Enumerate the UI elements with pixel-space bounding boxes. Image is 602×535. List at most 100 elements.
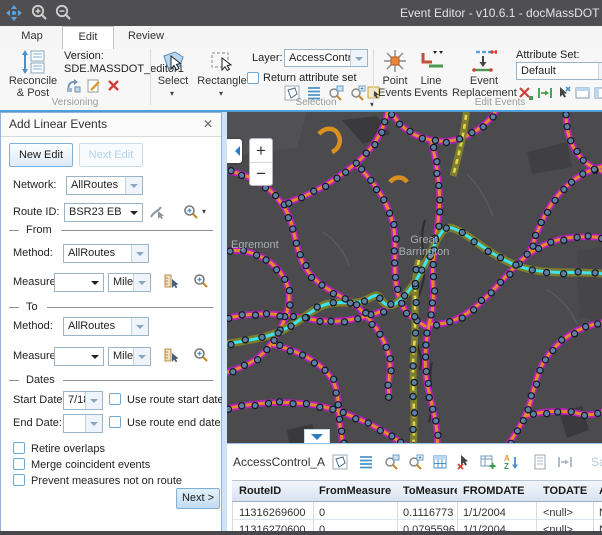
measure-range-icon[interactable] xyxy=(557,454,573,470)
zoom-in-icon[interactable] xyxy=(30,4,48,22)
save-button[interactable]: Sa xyxy=(591,455,602,469)
from-measure-zoom-icon[interactable] xyxy=(193,273,209,289)
reconcile-post-button[interactable]: Reconcile & Post xyxy=(4,48,62,100)
edit-version-icon[interactable] xyxy=(86,78,102,94)
network-dropdown-arrow[interactable] xyxy=(125,177,142,194)
prevent-measures-checkbox[interactable] xyxy=(13,474,25,486)
from-unit-arrow[interactable] xyxy=(133,274,150,291)
table-layer-name[interactable]: AccessControl_A xyxy=(233,455,325,469)
collapse-panel-button[interactable] xyxy=(227,139,242,163)
to-unit-arrow[interactable] xyxy=(133,348,150,365)
attribute-set-dropdown[interactable]: Default xyxy=(516,62,602,80)
merge-coincident-label: Merge coincident events xyxy=(31,459,150,471)
route-id-label: Route ID: xyxy=(13,206,59,218)
rectangle-button[interactable]: Rectangle ▾ xyxy=(196,48,248,104)
from-method-dropdown[interactable]: AllRoutes xyxy=(63,244,149,263)
end-date-arrow[interactable] xyxy=(85,415,102,432)
next-button[interactable]: Next > xyxy=(176,488,220,509)
line-events-button[interactable]: Line Events xyxy=(413,48,449,104)
network-dropdown[interactable]: AllRoutes xyxy=(66,176,143,195)
to-measure-arrow[interactable] xyxy=(87,348,103,365)
report-icon[interactable] xyxy=(532,454,548,470)
edit-events-group-label: Edit Events xyxy=(460,97,540,108)
layer-dropdown[interactable]: AccessControl_A xyxy=(284,49,368,67)
pan-to-feature-icon[interactable] xyxy=(408,454,424,470)
layer-dropdown-arrow[interactable] xyxy=(350,50,367,66)
to-method-dropdown[interactable]: AllRoutes xyxy=(63,317,149,336)
column-header-ac[interactable]: AC xyxy=(593,480,602,502)
pan-icon[interactable] xyxy=(5,4,23,22)
to-measure-dropdown[interactable] xyxy=(54,347,104,366)
panel-window-icon[interactable] xyxy=(594,85,602,101)
tab-edit[interactable]: Edit xyxy=(62,26,114,49)
delete-version-icon[interactable] xyxy=(106,78,122,94)
retire-overlaps-checkbox[interactable] xyxy=(13,442,25,454)
map-viewport[interactable]: Egremont Great Barrington + − xyxy=(227,112,602,443)
use-route-end-checkbox[interactable] xyxy=(109,416,121,428)
next-edit-button[interactable]: Next Edit xyxy=(79,143,143,167)
select-dropdown-caret: ▾ xyxy=(170,90,174,98)
select-route-on-map-icon[interactable] xyxy=(149,204,165,220)
zoom-route-caret[interactable]: ▾ xyxy=(202,208,206,216)
attribute-set-label: Attribute Set: xyxy=(516,49,580,61)
return-attribute-set-checkbox[interactable] xyxy=(247,72,259,84)
field-calculator-icon[interactable] xyxy=(432,454,448,470)
column-header-todate[interactable]: TODATE xyxy=(536,480,593,502)
column-header-routeid[interactable]: RouteID xyxy=(232,480,313,502)
version-changes-icon[interactable] xyxy=(66,78,82,94)
window-bottom-edge xyxy=(0,531,602,535)
add-record-icon[interactable] xyxy=(480,454,496,470)
select-button[interactable]: Select ▾ xyxy=(152,48,194,104)
map-label-great: Great xyxy=(410,234,438,246)
tab-review[interactable]: Review xyxy=(118,26,174,47)
show-all-rows-icon[interactable] xyxy=(358,454,374,470)
titlebar: Event Editor - v10.6.1 - docMassDOT xyxy=(0,0,602,26)
return-attribute-set-label: Return attribute set xyxy=(263,72,357,84)
reconcile-icon xyxy=(21,49,47,75)
route-id-dropdown-arrow[interactable] xyxy=(126,204,142,221)
zoom-to-feature-icon[interactable] xyxy=(384,454,400,470)
clear-table-selection-icon[interactable] xyxy=(456,454,472,470)
close-icon[interactable]: ✕ xyxy=(203,117,213,131)
collapse-table-button[interactable] xyxy=(304,429,330,443)
from-unit-dropdown[interactable]: Miles xyxy=(108,273,151,292)
attribute-window-icon[interactable] xyxy=(575,85,591,101)
zoom-out-icon[interactable] xyxy=(54,4,72,22)
start-date-dropdown[interactable]: 7/18/ xyxy=(63,391,103,410)
from-measure-dropdown[interactable] xyxy=(54,273,104,292)
use-route-end-label: Use route end date xyxy=(127,417,221,429)
column-header-tomeasure[interactable]: ToMeasure xyxy=(397,480,457,502)
point-events-button[interactable]: Point Events xyxy=(377,48,413,104)
sort-icon[interactable]: AZ xyxy=(504,454,520,470)
panel-header: Add Linear Events ✕ xyxy=(1,113,221,137)
column-header-fromdate[interactable]: FROMDATE xyxy=(457,480,536,502)
start-date-arrow[interactable] xyxy=(85,392,102,409)
end-date-dropdown[interactable] xyxy=(63,414,103,433)
to-method-label: Method: xyxy=(13,320,53,332)
to-method-arrow[interactable] xyxy=(131,318,148,335)
select-features-icon[interactable] xyxy=(332,454,348,470)
trim-event-icon[interactable] xyxy=(556,85,572,101)
map-zoom-in-button[interactable]: + xyxy=(250,139,272,163)
selection-group-label: Selection xyxy=(276,97,356,108)
map-zoom-out-button[interactable]: − xyxy=(250,162,272,185)
merge-coincident-checkbox[interactable] xyxy=(13,458,25,470)
from-measure-arrow[interactable] xyxy=(87,274,103,291)
column-header-frommeasure[interactable]: FromMeasure xyxy=(313,480,397,502)
map-label-egremont: Egremont xyxy=(231,239,279,251)
from-method-arrow[interactable] xyxy=(131,245,148,262)
versioning-group-label: Versioning xyxy=(30,97,120,108)
new-edit-button[interactable]: New Edit xyxy=(9,143,73,167)
route-id-dropdown[interactable]: BSR23 EB xyxy=(64,203,143,222)
from-measure-on-map-icon[interactable] xyxy=(164,273,180,289)
use-route-start-checkbox[interactable] xyxy=(109,393,121,405)
zoom-to-route-icon[interactable] xyxy=(183,204,199,220)
dates-section-divider: Dates xyxy=(9,374,213,386)
tab-map[interactable]: Map xyxy=(8,26,56,47)
to-measure-on-map-icon[interactable] xyxy=(164,347,180,363)
add-linear-events-panel: Add Linear Events ✕ New Edit Next Edit N… xyxy=(0,112,222,535)
to-unit-dropdown[interactable]: Miles xyxy=(108,347,151,366)
attribute-set-dropdown-arrow[interactable] xyxy=(598,63,602,79)
to-measure-zoom-icon[interactable] xyxy=(193,347,209,363)
event-replacement-button[interactable]: Event Replacement xyxy=(452,48,516,104)
